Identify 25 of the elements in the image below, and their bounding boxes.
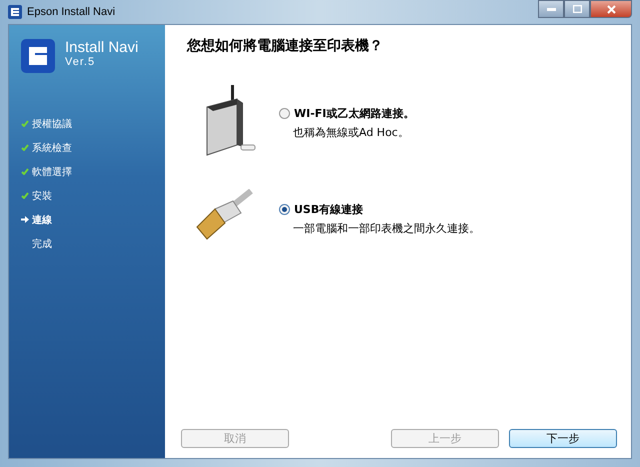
- maximize-icon: [572, 5, 582, 13]
- close-icon: [606, 4, 616, 14]
- logo-icon: [21, 39, 55, 73]
- radio-icon[interactable]: [279, 108, 290, 119]
- step-label: 授權協議: [32, 118, 72, 130]
- step-label: 完成: [32, 238, 52, 250]
- connection-radio[interactable]: WI-FI或乙太網路連接。: [279, 106, 414, 121]
- step-label: 系統檢查: [32, 142, 72, 154]
- radio-icon[interactable]: [279, 204, 290, 215]
- app-icon: [8, 5, 22, 19]
- step-label: 安裝: [32, 190, 52, 202]
- option-description: 也稱為無線或Ad Hoc。: [292, 125, 410, 140]
- wizard-button[interactable]: 下一步: [509, 429, 617, 448]
- minimize-button[interactable]: [538, 0, 564, 18]
- page-heading: 您想如何將電腦連接至印表機？: [187, 37, 384, 55]
- minimize-icon: [546, 8, 556, 10]
- maximize-button[interactable]: [564, 0, 590, 18]
- app-name: Install Navi: [65, 39, 138, 56]
- window-title: Epson Install Navi: [27, 6, 116, 18]
- option-description: 一部電腦和一部印表機之間永久連接。: [292, 221, 480, 236]
- connection-radio[interactable]: USB有線連接: [279, 202, 480, 217]
- step-label: 連線: [32, 214, 52, 226]
- step-label: 軟體選擇: [32, 166, 72, 178]
- close-button[interactable]: [590, 0, 632, 18]
- app-version: Ver.5: [65, 56, 96, 68]
